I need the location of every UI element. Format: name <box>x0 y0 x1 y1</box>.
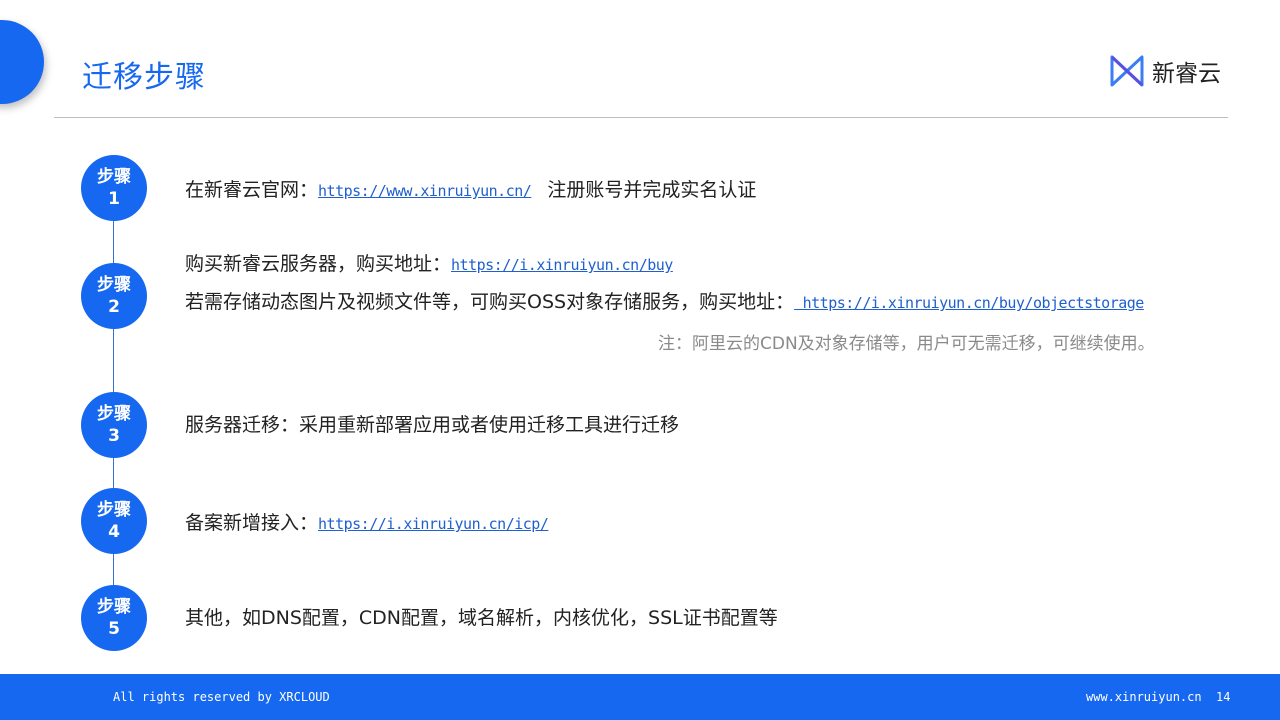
step-label: 步骤 <box>97 597 131 617</box>
xinruiyun-home-link[interactable]: https://www.xinruiyun.cn/ <box>318 182 532 200</box>
step-3-badge: 步骤 3 <box>81 392 147 458</box>
step-2-line-2: 若需存储动态图片及视频文件等，可购买OSS对象存储服务，购买地址： https:… <box>185 287 1144 314</box>
step-1-prefix: 在新睿云官网： <box>185 179 319 201</box>
footer-bar: All rights reserved by XRCLOUD www.xinru… <box>0 674 1280 720</box>
step-4-text: 备案新增接入：https://i.xinruiyun.cn/icp/ <box>185 508 549 535</box>
step-4-prefix: 备案新增接入： <box>185 512 319 534</box>
step-2-badge: 步骤 2 <box>81 263 147 329</box>
step-1-badge: 步骤 1 <box>81 155 147 221</box>
step-label: 步骤 <box>97 404 131 424</box>
step-number: 2 <box>108 297 120 317</box>
step-1-text: 在新睿云官网：https://www.xinruiyun.cn/ 注册账号并完成… <box>185 175 756 202</box>
step-label: 步骤 <box>97 500 131 520</box>
step-3-text: 服务器迁移：采用重新部署应用或者使用迁移工具进行迁移 <box>185 414 680 436</box>
step-number: 5 <box>108 619 120 639</box>
logo-text: 新睿云 <box>1152 61 1221 87</box>
step-5-badge: 步骤 5 <box>81 585 147 651</box>
buy-object-storage-link[interactable]: https://i.xinruiyun.cn/buy/objectstorage <box>794 294 1145 312</box>
buy-server-link[interactable]: https://i.xinruiyun.cn/buy <box>451 256 673 274</box>
step-number: 3 <box>108 426 120 446</box>
step-5-text: 其他，如DNS配置，CDN配置，域名解析，内核优化，SSL证书配置等 <box>185 607 778 629</box>
step-4-badge: 步骤 4 <box>81 488 147 554</box>
page-number: 14 <box>1216 690 1231 704</box>
footer-copyright: All rights reserved by XRCLOUD <box>113 690 330 704</box>
step-label: 步骤 <box>97 167 131 187</box>
step-number: 1 <box>108 189 120 209</box>
step-label: 步骤 <box>97 275 131 295</box>
xinruiyun-logo-icon <box>1110 55 1144 87</box>
icp-filing-link[interactable]: https://i.xinruiyun.cn/icp/ <box>318 515 549 533</box>
step-2-note: 注：阿里云的CDN及对象存储等，用户可无需迁移，可继续使用。 <box>658 334 1155 354</box>
header-divider <box>54 117 1228 118</box>
decorative-corner-circle <box>0 20 44 104</box>
footer-website: www.xinruiyun.cn <box>1086 690 1202 704</box>
brand-logo: 新睿云 <box>1108 53 1221 89</box>
step-number: 4 <box>108 522 120 542</box>
step-2-line-1: 购买新睿云服务器，购买地址：https://i.xinruiyun.cn/buy <box>185 249 673 276</box>
step-1-suffix: 注册账号并完成实名认证 <box>547 179 757 201</box>
page-title: 迁移步骤 <box>82 60 206 95</box>
step-2-line-1-prefix: 购买新睿云服务器，购买地址： <box>185 253 452 275</box>
step-2-line-2-prefix: 若需存储动态图片及视频文件等，可购买OSS对象存储服务，购买地址： <box>185 291 795 313</box>
